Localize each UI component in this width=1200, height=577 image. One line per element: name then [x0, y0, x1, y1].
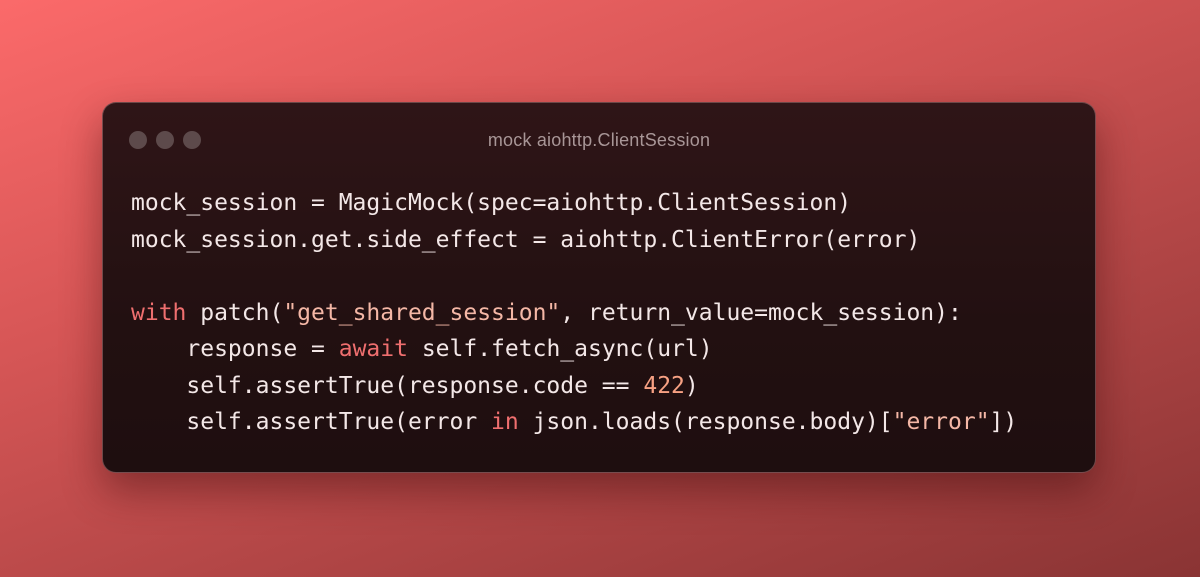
code-line: response = await self.fetch_async(url)	[131, 331, 1017, 368]
code-text: response =	[131, 336, 339, 362]
code-text: mock_session.get.side_effect = aiohttp.C…	[131, 226, 921, 253]
code-text: self.assertTrue(error	[131, 409, 492, 435]
code-text: ])	[989, 409, 1018, 435]
code-keyword: in	[491, 409, 519, 435]
code-line: mock_session.get.side_effect = aiohttp.C…	[131, 222, 1017, 259]
code-keyword: await	[338, 336, 408, 362]
code-string: "get_shared_session"	[283, 299, 561, 326]
code-number: 422	[643, 372, 685, 399]
code-text: self.fetch_async(url)	[407, 336, 713, 362]
code-text: mock_session = MagicMock(spec=aiohttp.Cl…	[131, 190, 852, 216]
code-line: with patch("get_shared_session", return_…	[131, 295, 1017, 332]
code-line: mock_session = MagicMock(spec=aiohttp.Cl…	[131, 185, 1017, 222]
code-string: "error"	[892, 409, 990, 435]
code-block: mock_session = MagicMock(spec=aiohttp.Cl…	[131, 185, 1017, 441]
code-window: mock aiohttp.ClientSession mock_session …	[102, 102, 1096, 473]
code-text: )	[684, 372, 699, 399]
window-title: mock aiohttp.ClientSession	[487, 130, 711, 150]
code-text: json.loads(response.body)[	[518, 409, 893, 435]
code-text: , return_value=mock_session):	[560, 299, 962, 326]
code-keyword: with	[131, 299, 187, 326]
code-text: patch(	[186, 299, 284, 326]
code-text: self.assertTrue(response.code ==	[131, 372, 644, 399]
code-line: self.assertTrue(error in json.loads(resp…	[131, 404, 1017, 441]
window-titlebar: mock aiohttp.ClientSession	[103, 103, 1095, 179]
code-line: self.assertTrue(response.code == 422)	[131, 368, 1017, 405]
